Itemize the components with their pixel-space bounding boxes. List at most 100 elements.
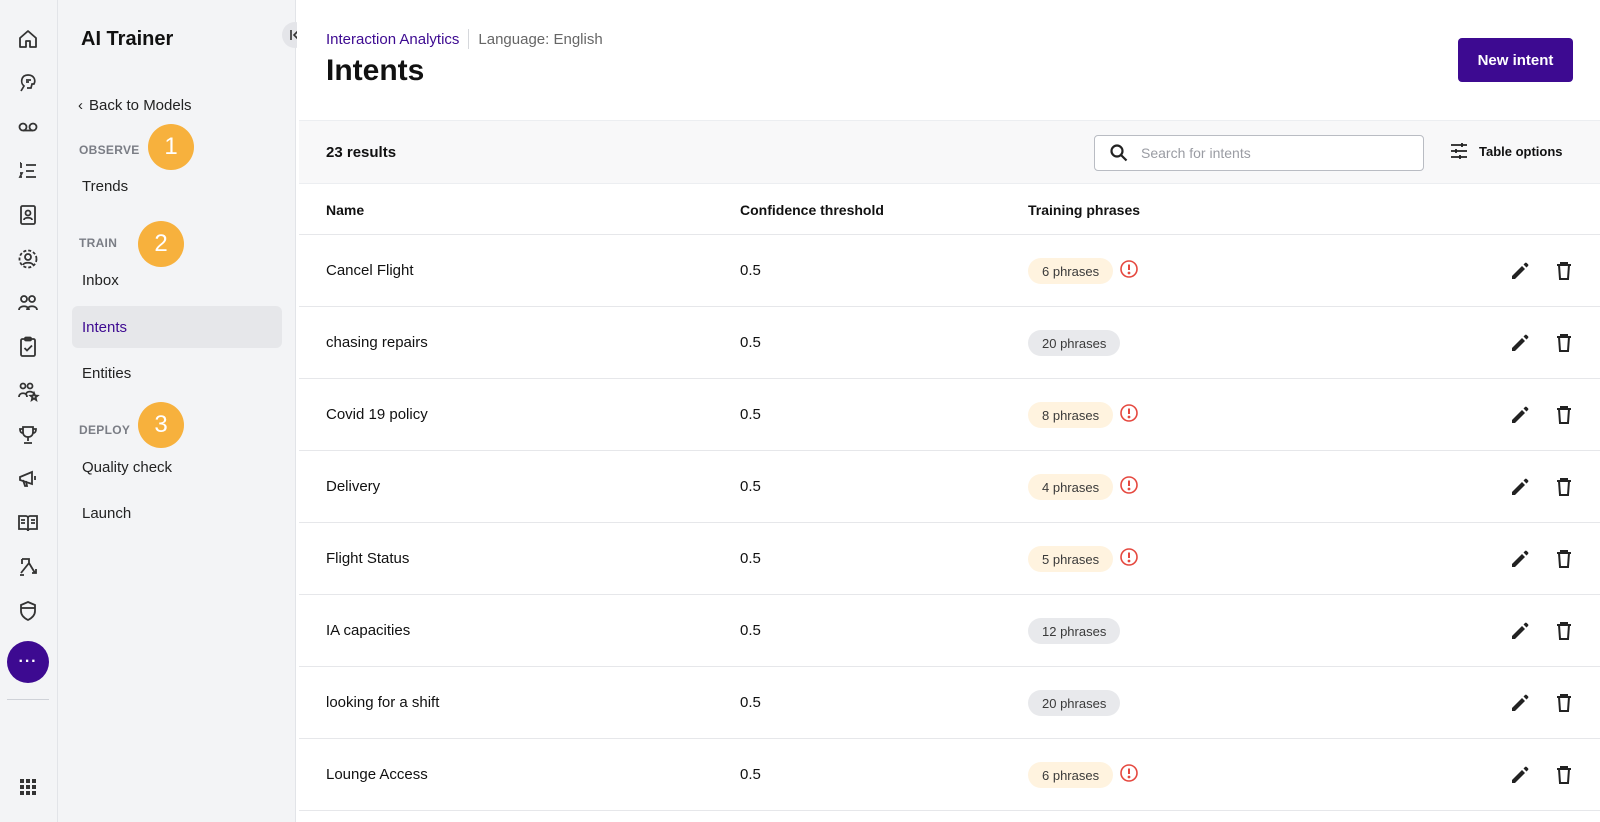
open-book-icon[interactable] <box>13 508 43 538</box>
people-star-icon[interactable] <box>13 376 43 406</box>
back-to-models-label: Back to Models <box>89 97 192 114</box>
sliders-icon <box>1451 143 1467 159</box>
table-options-label: Table options <box>1479 143 1563 159</box>
table-row[interactable]: Lounge Access 0.5 6 phrases <box>299 739 1600 811</box>
sidebar: AI Trainer ‹ Back to Models OBSERVE 1 Tr… <box>58 0 308 822</box>
back-to-models-link[interactable]: ‹ Back to Models <box>78 97 192 114</box>
column-header-confidence[interactable]: Confidence threshold <box>740 202 884 218</box>
confidence-threshold: 0.5 <box>740 694 761 711</box>
sidebar-item-trends[interactable]: Trends <box>72 165 282 207</box>
intent-name[interactable]: Lounge Access <box>326 766 428 783</box>
delete-icon[interactable] <box>1552 403 1576 427</box>
rail-divider <box>7 699 49 700</box>
page-title: Intents <box>326 54 425 87</box>
table-toolbar: 23 results Table options <box>299 120 1600 184</box>
warning-icon <box>1120 764 1138 782</box>
more-apps-button[interactable]: ··· <box>7 641 49 683</box>
contact-book-icon[interactable] <box>13 200 43 230</box>
intent-name[interactable]: chasing repairs <box>326 334 428 351</box>
section-deploy: DEPLOY <box>79 423 131 437</box>
phrases-badge: 5 phrases <box>1028 546 1114 572</box>
intent-name[interactable]: Flight Status <box>326 550 409 567</box>
sidebar-item-inbox[interactable]: Inbox <box>72 259 282 301</box>
voicemail-icon[interactable] <box>13 112 43 142</box>
phrases-badge: 12 phrases <box>1028 618 1121 644</box>
brain-head-icon[interactable] <box>13 68 43 98</box>
search-box[interactable] <box>1094 135 1424 171</box>
table-row[interactable]: Cancel Flight 0.5 6 phrases <box>299 235 1600 307</box>
delete-icon[interactable] <box>1552 691 1576 715</box>
breadcrumb-separator <box>468 29 470 49</box>
edit-icon[interactable] <box>1508 475 1532 499</box>
sidebar-item-quality-check[interactable]: Quality check <box>72 446 282 488</box>
sidebar-item-intents[interactable]: Intents <box>72 306 282 348</box>
confidence-threshold: 0.5 <box>740 766 761 783</box>
column-header-training-phrases[interactable]: Training phrases <box>1028 202 1140 218</box>
numbered-list-icon[interactable] <box>13 156 43 186</box>
confidence-threshold: 0.5 <box>740 262 761 279</box>
breadcrumb: Interaction Analytics Language: English <box>326 29 603 49</box>
phrases-badge: 6 phrases <box>1028 258 1114 284</box>
table-row[interactable]: Flight Status 0.5 5 phrases <box>299 523 1600 595</box>
section-train: TRAIN <box>79 236 118 250</box>
sidebar-item-entities[interactable]: Entities <box>72 352 282 394</box>
agent-circle-icon[interactable] <box>13 244 43 274</box>
table-row[interactable]: looking for a shift 0.5 20 phrases <box>299 667 1600 739</box>
breadcrumb-link[interactable]: Interaction Analytics <box>326 31 459 48</box>
confidence-threshold: 0.5 <box>740 406 761 423</box>
apps-grid-icon[interactable] <box>13 772 43 802</box>
megaphone-icon[interactable] <box>13 464 43 494</box>
warning-icon <box>1120 548 1138 566</box>
confidence-threshold: 0.5 <box>740 478 761 495</box>
phrases-badge: 8 phrases <box>1028 402 1114 428</box>
step-badge-1: 1 <box>148 124 194 170</box>
search-input[interactable] <box>1141 145 1411 161</box>
confidence-threshold: 0.5 <box>740 550 761 567</box>
people-group-icon[interactable] <box>13 288 43 318</box>
table-row[interactable]: Delivery 0.5 4 phrases <box>299 451 1600 523</box>
confidence-threshold: 0.5 <box>740 334 761 351</box>
edit-icon[interactable] <box>1508 547 1532 571</box>
edit-icon[interactable] <box>1508 691 1532 715</box>
intent-name[interactable]: looking for a shift <box>326 694 439 711</box>
table-row[interactable]: Covid 19 policy 0.5 8 phrases <box>299 379 1600 451</box>
delete-icon[interactable] <box>1552 475 1576 499</box>
confidence-threshold: 0.5 <box>740 622 761 639</box>
table-options-button[interactable]: Table options <box>1449 141 1563 161</box>
intent-name[interactable]: Cancel Flight <box>326 262 414 279</box>
edit-icon[interactable] <box>1508 331 1532 355</box>
section-observe: OBSERVE <box>79 143 140 157</box>
home-icon[interactable] <box>13 24 43 54</box>
phrases-badge: 4 phrases <box>1028 474 1114 500</box>
flow-arrows-icon[interactable] <box>13 552 43 582</box>
delete-icon[interactable] <box>1552 763 1576 787</box>
new-intent-button[interactable]: New intent <box>1458 38 1573 82</box>
clipboard-check-icon[interactable] <box>13 332 43 362</box>
language-label: Language: English <box>478 30 603 48</box>
phrases-badge: 6 phrases <box>1028 762 1114 788</box>
main-content: Interaction Analytics Language: English … <box>297 0 1600 822</box>
column-header-name[interactable]: Name <box>326 202 364 218</box>
edit-icon[interactable] <box>1508 403 1532 427</box>
chevron-left-icon: ‹ <box>78 97 83 114</box>
edit-icon[interactable] <box>1508 619 1532 643</box>
result-count: 23 results <box>326 144 397 161</box>
edit-icon[interactable] <box>1508 763 1532 787</box>
phrases-badge: 20 phrases <box>1028 330 1121 356</box>
delete-icon[interactable] <box>1552 331 1576 355</box>
app-title: AI Trainer <box>81 28 174 50</box>
delete-icon[interactable] <box>1552 547 1576 571</box>
delete-icon[interactable] <box>1552 259 1576 283</box>
edit-icon[interactable] <box>1508 259 1532 283</box>
intent-name[interactable]: Covid 19 policy <box>326 406 428 423</box>
delete-icon[interactable] <box>1552 619 1576 643</box>
trophy-icon[interactable] <box>13 420 43 450</box>
intent-name[interactable]: Delivery <box>326 478 380 495</box>
table-row[interactable]: chasing repairs 0.5 20 phrases <box>299 307 1600 379</box>
shield-icon[interactable] <box>13 596 43 626</box>
sidebar-item-launch[interactable]: Launch <box>72 492 282 534</box>
table-row[interactable]: IA capacities 0.5 12 phrases <box>299 595 1600 667</box>
intent-name[interactable]: IA capacities <box>326 622 410 639</box>
icon-rail: ··· <box>0 0 58 822</box>
step-badge-3: 3 <box>138 402 184 448</box>
